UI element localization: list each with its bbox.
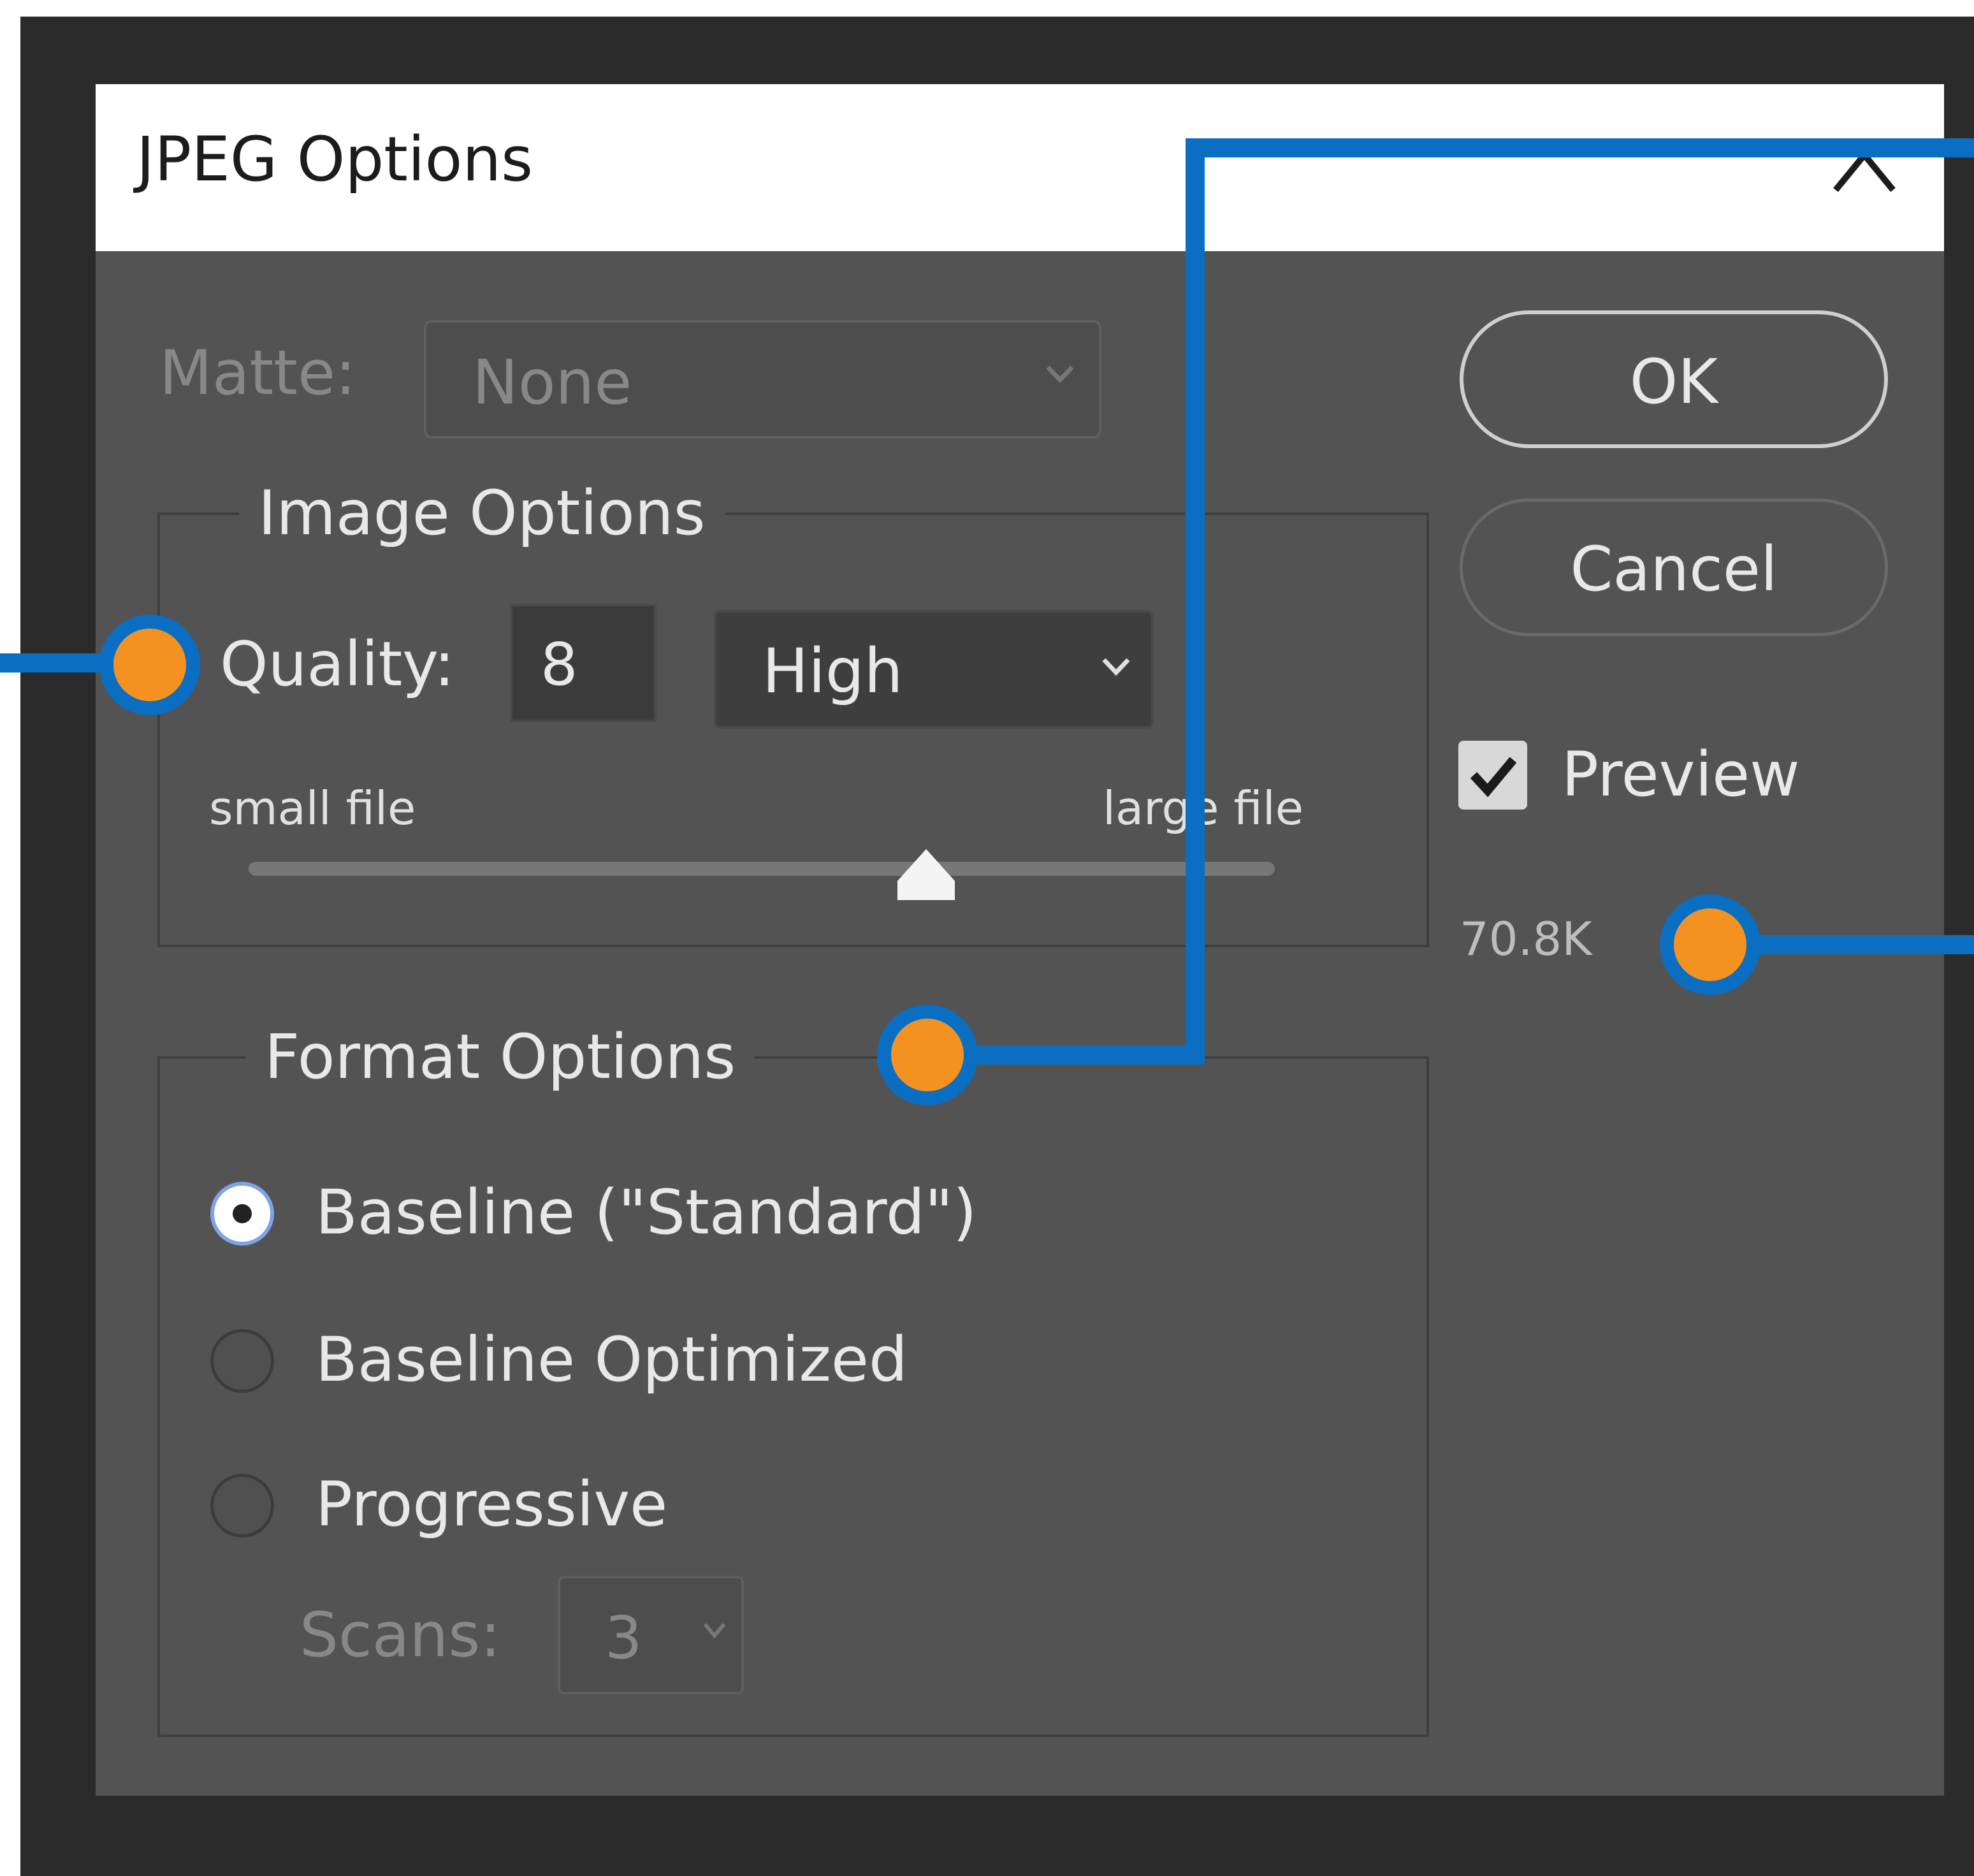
chevron-down-icon bbox=[1102, 658, 1130, 676]
ok-label: OK bbox=[1629, 346, 1718, 418]
slider-min-label: small file bbox=[209, 782, 416, 835]
close-icon bbox=[1833, 150, 1896, 193]
cancel-label: Cancel bbox=[1570, 534, 1778, 605]
radio-baseline-optimized[interactable]: Baseline Optimized bbox=[210, 1329, 1103, 1399]
preview-checkbox[interactable] bbox=[1458, 741, 1527, 810]
radio-label: Progressive bbox=[316, 1469, 668, 1540]
quality-slider-thumb[interactable] bbox=[894, 846, 958, 903]
quality-input[interactable]: 8 bbox=[510, 604, 657, 722]
image-options-legend: Image Options bbox=[239, 483, 725, 544]
radio-baseline-standard[interactable]: Baseline ("Standard") bbox=[210, 1182, 1103, 1252]
close-button[interactable] bbox=[1817, 120, 1912, 215]
matte-value: None bbox=[472, 347, 632, 418]
file-size-readout: 70.8K bbox=[1460, 912, 1592, 966]
scans-label: Scans: bbox=[300, 1599, 501, 1671]
radio-button[interactable] bbox=[210, 1182, 274, 1246]
slider-max-label: large file bbox=[1103, 782, 1303, 835]
scans-select: 3 bbox=[558, 1576, 744, 1694]
radio-button[interactable] bbox=[210, 1329, 274, 1393]
preview-label: Preview bbox=[1562, 739, 1800, 810]
jpeg-options-dialog: JPEG Options Matte: None Image Options Q… bbox=[96, 84, 1944, 1796]
quality-slider-track[interactable] bbox=[249, 862, 1275, 876]
radio-button[interactable] bbox=[210, 1474, 274, 1538]
chevron-down-icon bbox=[1046, 365, 1074, 384]
chevron-down-icon bbox=[703, 1623, 726, 1639]
dialog-title: JPEG Options bbox=[136, 124, 533, 195]
image-options-group bbox=[157, 513, 1429, 947]
title-bar: JPEG Options bbox=[96, 84, 1944, 251]
radio-progressive[interactable]: Progressive bbox=[210, 1474, 1103, 1544]
slider-thumb-icon bbox=[897, 849, 955, 900]
quality-label: Quality: bbox=[220, 629, 455, 700]
matte-select: None bbox=[424, 320, 1101, 439]
checkmark-icon bbox=[1470, 757, 1517, 797]
radio-label: Baseline ("Standard") bbox=[316, 1177, 977, 1248]
format-options-legend: Format Options bbox=[245, 1026, 755, 1087]
quality-preset-select[interactable]: High bbox=[714, 610, 1154, 729]
cancel-button[interactable]: Cancel bbox=[1460, 498, 1888, 636]
quality-preset-value: High bbox=[762, 636, 903, 707]
matte-label: Matte: bbox=[159, 337, 356, 409]
scans-value: 3 bbox=[605, 1604, 642, 1672]
radio-label: Baseline Optimized bbox=[316, 1324, 908, 1395]
ok-button[interactable]: OK bbox=[1460, 310, 1888, 448]
quality-value: 8 bbox=[541, 630, 578, 699]
